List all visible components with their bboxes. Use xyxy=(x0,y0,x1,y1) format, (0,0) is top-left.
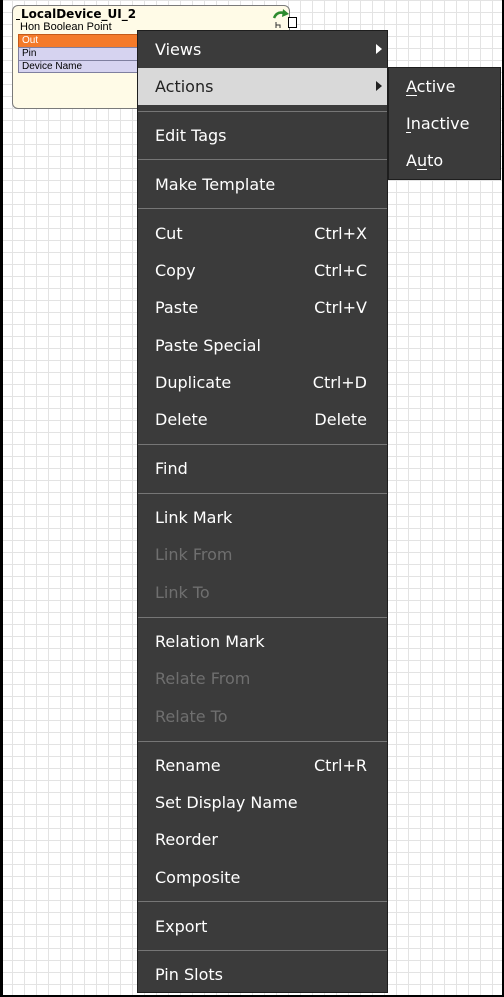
submenu-item-auto[interactable]: Auto xyxy=(389,142,500,179)
submenu-arrow-icon xyxy=(376,81,382,91)
mnemonic-underline xyxy=(406,95,417,96)
menu-item-label: Pin Slots xyxy=(155,965,223,984)
submenu-item-active[interactable]: Active xyxy=(389,68,500,105)
menu-item-rename[interactable]: Rename Ctrl+R xyxy=(138,747,387,784)
menu-item-shortcut: Ctrl+X xyxy=(314,224,367,243)
menu-item-label: Copy xyxy=(155,261,196,280)
menu-item-pin-slots[interactable]: Pin Slots xyxy=(138,956,387,993)
mnemonic-underline xyxy=(417,169,427,170)
menu-separator xyxy=(138,444,387,445)
menu-item-shortcut: Ctrl+R xyxy=(314,756,367,775)
menu-item-label: Composite xyxy=(155,868,241,887)
menu-separator xyxy=(138,950,387,951)
component-title: LocalDevice_UI_2 xyxy=(21,7,137,21)
menu-item-link-mark[interactable]: Link Mark xyxy=(138,499,387,536)
menu-item-label: Cut xyxy=(155,224,183,243)
mnemonic-underline xyxy=(406,132,411,133)
menu-item-delete[interactable]: Delete Delete xyxy=(138,401,387,438)
component-type: Hon Boolean Point xyxy=(20,21,112,33)
menu-item-shortcut: Ctrl+V xyxy=(314,298,367,317)
menu-item-label: Relation Mark xyxy=(155,632,265,651)
menu-item-export[interactable]: Export xyxy=(138,908,387,945)
submenu-item-inactive[interactable]: Inactive xyxy=(389,105,500,142)
menu-item-label: Reorder xyxy=(155,830,218,849)
menu-item-find[interactable]: Find xyxy=(138,450,387,487)
menu-item-label: Link From xyxy=(155,545,233,564)
menu-item-shortcut: Ctrl+D xyxy=(312,373,367,392)
menu-item-relate-to: Relate To xyxy=(138,698,387,735)
window-frame-left xyxy=(0,0,3,997)
menu-item-label: Rename xyxy=(155,756,221,775)
menu-item-paste-special[interactable]: Paste Special xyxy=(138,327,387,364)
actions-submenu: Active Inactive Auto xyxy=(388,67,501,180)
menu-item-label: Relate From xyxy=(155,669,251,688)
menu-item-link-from: Link From xyxy=(138,536,387,573)
menu-item-link-to: Link To xyxy=(138,574,387,611)
menu-item-duplicate[interactable]: Duplicate Ctrl+D xyxy=(138,364,387,401)
menu-separator xyxy=(138,741,387,742)
menu-item-label: Find xyxy=(155,459,188,478)
menu-item-label: Duplicate xyxy=(155,373,232,392)
menu-item-shortcut: Delete xyxy=(314,410,367,429)
menu-item-label: Relate To xyxy=(155,707,228,726)
menu-item-actions[interactable]: Actions xyxy=(138,68,387,105)
menu-item-label: Delete xyxy=(155,410,208,429)
menu-item-label: Paste xyxy=(155,298,199,317)
menu-item-copy[interactable]: Copy Ctrl+C xyxy=(138,252,387,289)
menu-item-label: Link Mark xyxy=(155,508,233,527)
menu-item-paste[interactable]: Paste Ctrl+V xyxy=(138,289,387,326)
menu-item-label: Actions xyxy=(155,77,214,96)
menu-item-set-display-name[interactable]: Set Display Name xyxy=(138,784,387,821)
menu-item-label: Set Display Name xyxy=(155,793,298,812)
context-menu: Views Actions Edit Tags Make Template Cu… xyxy=(137,30,388,993)
menu-item-composite[interactable]: Composite xyxy=(138,859,387,896)
menu-item-label: Views xyxy=(155,40,202,59)
menu-item-label: Link To xyxy=(155,583,210,602)
menu-separator xyxy=(138,111,387,112)
submenu-arrow-icon xyxy=(376,44,382,54)
menu-item-label: Edit Tags xyxy=(155,126,227,145)
menu-item-edit-tags[interactable]: Edit Tags xyxy=(138,117,387,154)
menu-item-relation-mark[interactable]: Relation Mark xyxy=(138,623,387,660)
menu-separator xyxy=(138,617,387,618)
menu-item-views[interactable]: Views xyxy=(138,31,387,68)
component-input-stub xyxy=(16,19,20,20)
menu-separator xyxy=(138,159,387,160)
menu-item-reorder[interactable]: Reorder xyxy=(138,821,387,858)
submenu-item-label: Auto xyxy=(406,151,444,170)
menu-separator xyxy=(138,208,387,209)
output-connector[interactable] xyxy=(288,17,297,28)
menu-item-make-template[interactable]: Make Template xyxy=(138,166,387,203)
menu-item-label: Paste Special xyxy=(155,336,261,355)
menu-item-label: Export xyxy=(155,917,208,936)
menu-item-relate-from: Relate From xyxy=(138,660,387,697)
menu-item-cut[interactable]: Cut Ctrl+X xyxy=(138,215,387,252)
menu-separator xyxy=(138,901,387,902)
menu-item-shortcut: Ctrl+C xyxy=(313,261,367,280)
menu-item-label: Make Template xyxy=(155,175,276,194)
submenu-item-label: Inactive xyxy=(406,114,470,133)
menu-separator xyxy=(138,493,387,494)
submenu-item-label: Active xyxy=(406,77,456,96)
